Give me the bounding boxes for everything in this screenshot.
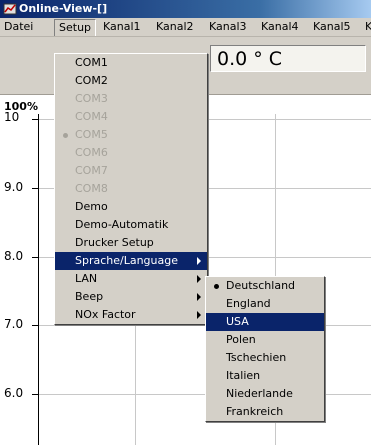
menu-kanal4[interactable]: Kanal4: [257, 20, 303, 34]
radio-bullet-icon: [63, 133, 68, 138]
menu-item-com4[interactable]: COM4: [55, 108, 207, 126]
menu-item-com3[interactable]: COM3: [55, 90, 207, 108]
y-label: 8.0: [4, 249, 24, 263]
y-label: 9.0: [4, 180, 24, 194]
radio-bullet-icon: [214, 284, 219, 289]
menu-item-com1[interactable]: COM1: [55, 54, 207, 72]
menu-kanal5[interactable]: Kanal5: [309, 20, 355, 34]
submenu-arrow-icon: [197, 311, 201, 319]
lang-item-italien[interactable]: Italien: [206, 367, 324, 385]
menu-kanal3[interactable]: Kanal3: [205, 20, 251, 34]
setup-menu: COM1 COM2 COM3 COM4 COM5 COM6 COM7 COM8 …: [54, 53, 208, 325]
menu-item-sprache-language[interactable]: Sprache/Language: [55, 252, 207, 270]
y-tick: [32, 394, 38, 395]
language-submenu: Deutschland England USA Polen Tschechien…: [205, 276, 325, 422]
window-title: Online-View-[]: [19, 2, 108, 15]
lang-item-usa[interactable]: USA: [206, 313, 324, 331]
lang-item-england[interactable]: England: [206, 295, 324, 313]
lang-item-niederlande[interactable]: Niederlande: [206, 385, 324, 403]
menu-item-drucker-setup[interactable]: Drucker Setup: [55, 234, 207, 252]
y-tick: [32, 325, 38, 326]
menu-setup[interactable]: Setup: [54, 19, 97, 36]
lang-item-tschechien[interactable]: Tschechien: [206, 349, 324, 367]
y-label: 10: [4, 110, 20, 124]
menu-item-com2[interactable]: COM2: [55, 72, 207, 90]
menu-item-com7[interactable]: COM7: [55, 162, 207, 180]
temperature-readout: 0.0 ° C: [210, 45, 366, 72]
y-tick: [32, 257, 38, 258]
menu-kanal1[interactable]: Kanal1: [99, 20, 145, 34]
submenu-arrow-icon: [197, 275, 201, 283]
menu-item-demo-automatik[interactable]: Demo-Automatik: [55, 216, 207, 234]
menu-kanal2[interactable]: Kanal2: [152, 20, 198, 34]
menu-datei[interactable]: Datei: [0, 20, 37, 34]
submenu-arrow-icon: [197, 293, 201, 301]
y-tick: [32, 188, 38, 189]
lang-item-polen[interactable]: Polen: [206, 331, 324, 349]
title-bar[interactable]: Online-View-[]: [0, 0, 371, 18]
submenu-arrow-icon: [197, 257, 201, 265]
y-tick: [32, 119, 38, 120]
lang-item-frankreich[interactable]: Frankreich: [206, 403, 324, 421]
menu-item-com5[interactable]: COM5: [55, 126, 207, 144]
y-label: 7.0: [4, 317, 24, 331]
menu-item-lan[interactable]: LAN: [55, 270, 207, 288]
y-label: 6.0: [4, 386, 24, 400]
lang-item-deutschland[interactable]: Deutschland: [206, 277, 324, 295]
app-window-icon: [3, 3, 17, 15]
menu-bar: Datei Setup Kanal1 Kanal2 Kanal3 Kanal4 …: [0, 18, 371, 37]
menu-more[interactable]: K: [361, 20, 371, 34]
menu-item-beep[interactable]: Beep: [55, 288, 207, 306]
menu-item-demo[interactable]: Demo: [55, 198, 207, 216]
y-axis: [38, 114, 39, 445]
menu-item-com6[interactable]: COM6: [55, 144, 207, 162]
menu-item-com8[interactable]: COM8: [55, 180, 207, 198]
menu-item-nox-factor[interactable]: NOx Factor: [55, 306, 207, 324]
